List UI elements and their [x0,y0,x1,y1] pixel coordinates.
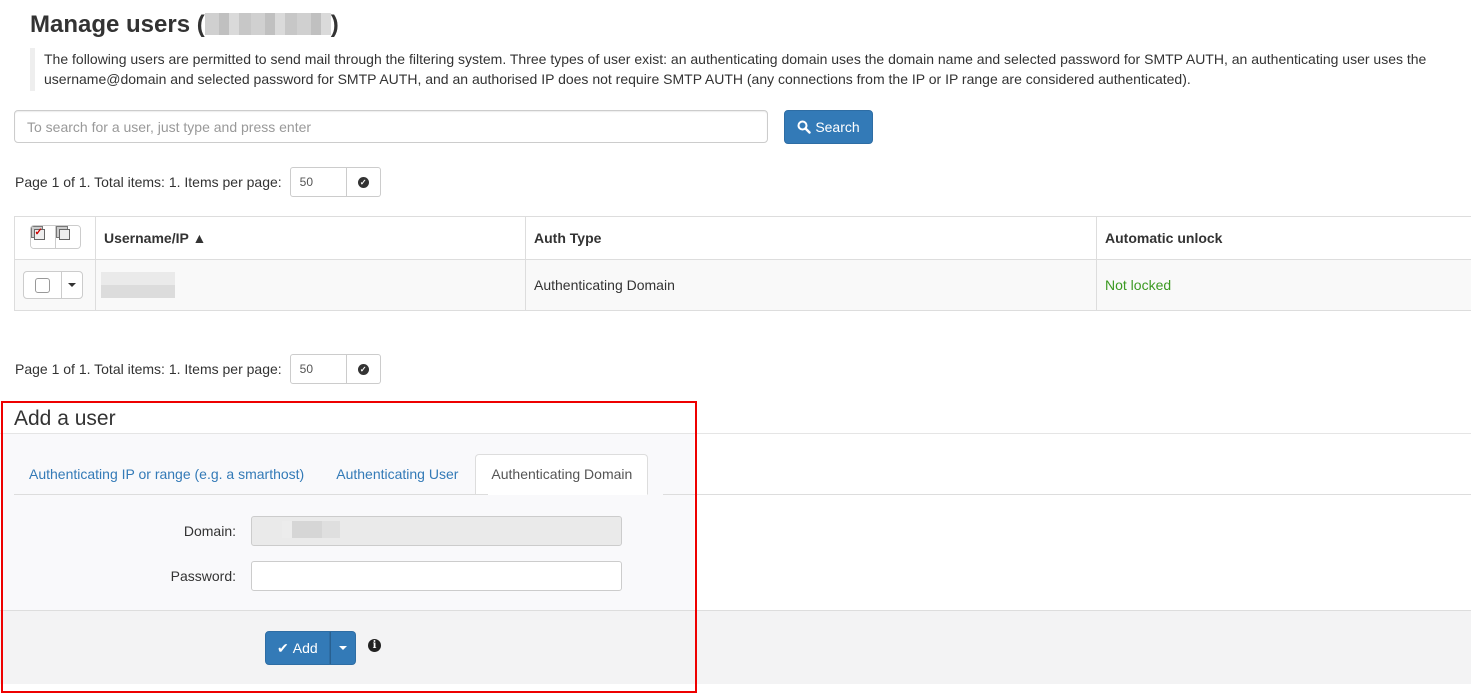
tab-authenticating-user[interactable]: Authenticating User [321,454,473,495]
caret-down-icon [338,646,347,650]
select-column-header: ✓ [14,216,96,260]
column-auth-type: Auth Type [525,216,1097,260]
add-button-group: ✔ Add [265,631,356,665]
column-automatic-unlock: Automatic unlock [1096,216,1471,260]
row-actions-dropdown[interactable] [61,272,82,298]
redacted-username [101,272,175,298]
tabs-border-right [663,494,1471,495]
row-select-control [23,271,83,299]
caret-down-icon [68,283,76,287]
pager-top: Page 1 of 1. Total items: 1. Items per p… [15,167,381,197]
page-title: Manage users () [30,11,339,38]
check-circle-icon: ✓ [357,363,369,375]
redacted-domain-value [282,521,340,538]
auth-type-cell: Authenticating Domain [525,259,1097,311]
info-icon[interactable]: i [368,639,381,652]
unlock-status: Not locked [1096,259,1471,311]
add-options-dropdown[interactable] [329,631,356,665]
tab-authenticating-domain[interactable]: Authenticating Domain [475,454,649,495]
table-header-row: ✓ Username/IP ▲ Auth Type Automatic unlo… [14,216,1471,260]
description-text: The following users are permitted to sen… [30,48,1471,91]
search-button[interactable]: Search [784,110,873,144]
select-all-icon: ✓ [30,226,55,248]
add-button-label: Add [292,640,318,656]
add-user-title: Add a user [14,407,116,430]
column-username[interactable]: Username/IP ▲ [95,216,526,260]
users-table: ✓ Username/IP ▲ Auth Type Automatic unlo… [14,216,1471,311]
tabs-border-left [14,494,488,495]
add-button[interactable]: ✔ Add [265,631,330,665]
checkmark-icon: ✔ [277,639,289,656]
search-button-label: Search [815,119,860,135]
deselect-all-icon [55,226,80,248]
footer-divider [0,610,1471,611]
password-field[interactable] [251,561,622,591]
select-all-button[interactable]: ✓ [30,226,55,248]
form-footer [0,611,1471,684]
password-row: Password: [0,561,622,591]
apply-items-per-page-button[interactable]: ✓ [346,167,381,197]
row-checkbox[interactable] [24,272,61,298]
tab-authenticating-ip[interactable]: Authenticating IP or range (e.g. a smart… [14,454,319,495]
checkbox-icon [35,277,50,293]
add-user-tabs: Authenticating IP or range (e.g. a smart… [14,454,650,495]
items-per-page-input[interactable] [289,167,347,197]
deselect-all-button[interactable] [54,226,80,248]
pager-bottom: Page 1 of 1. Total items: 1. Items per p… [15,354,381,384]
search-icon [797,120,812,134]
pager-text: Page 1 of 1. Total items: 1. Items per p… [15,361,282,377]
table-row: Authenticating Domain Not locked [14,259,1471,311]
domain-label: Domain: [183,523,236,539]
password-label: Password: [170,568,236,584]
apply-items-per-page-button[interactable]: ✓ [346,354,381,384]
pager-text: Page 1 of 1. Total items: 1. Items per p… [15,174,282,190]
divider [0,433,1471,434]
search-input[interactable] [14,110,768,143]
items-per-page-input[interactable] [289,354,347,384]
redacted-domain [204,13,331,35]
check-circle-icon: ✓ [357,176,369,188]
